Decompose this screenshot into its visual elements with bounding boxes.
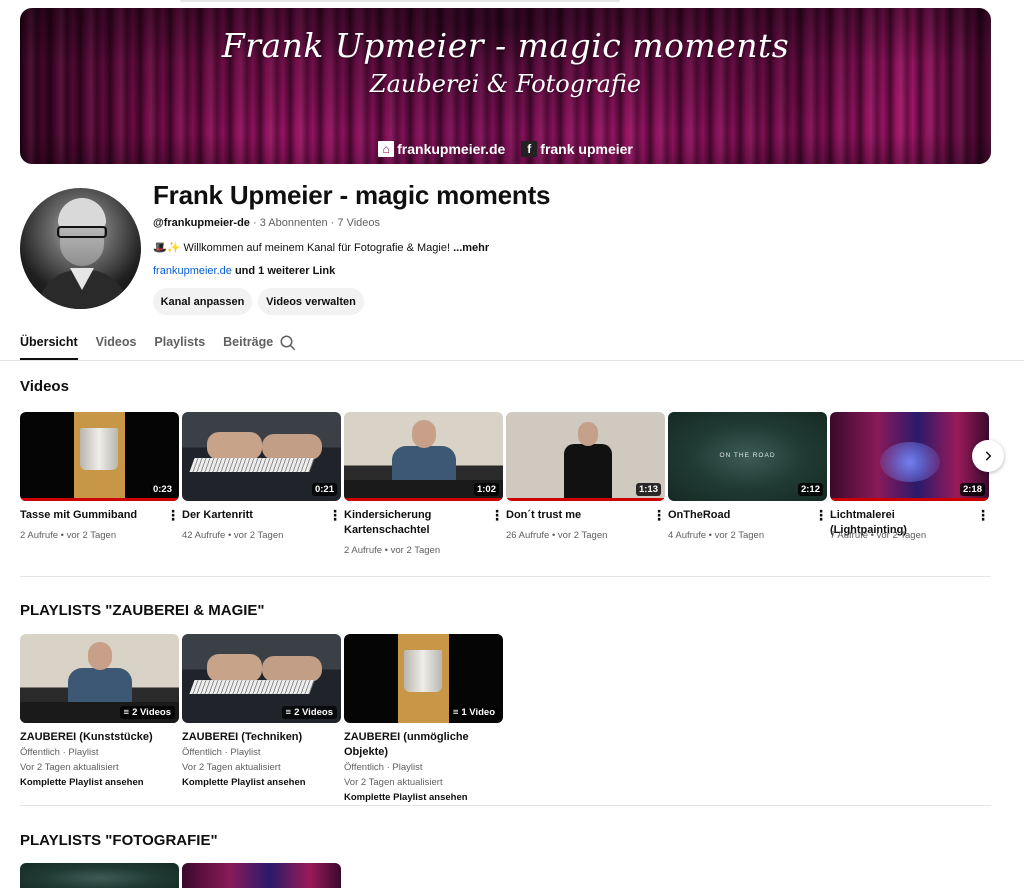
video-title[interactable]: Don´t trust me xyxy=(506,508,646,523)
description-text: Willkommen auf meinem Kanal für Fotograf… xyxy=(183,242,451,254)
playlist-updated: Vor 2 Tagen aktualisiert xyxy=(344,777,443,788)
video-thumbnail[interactable]: 1:13 xyxy=(506,412,665,501)
channel-tabs: Übersicht Videos Playlists Beiträge xyxy=(20,330,273,360)
next-arrow-button[interactable] xyxy=(972,440,1004,472)
banner-title: Frank Upmeier - magic moments xyxy=(221,26,790,65)
video-title[interactable]: Kindersicherung Kartenschachtel xyxy=(344,508,484,538)
channel-handle: @frankupmeier-de xyxy=(153,217,250,229)
home-icon: ⌂ xyxy=(378,141,395,157)
top-edge xyxy=(180,0,620,2)
playlist-visibility: Öffentlich · Playlist xyxy=(20,747,99,758)
channel-meta: @frankupmeier-de · 3 Abonnenten · 7 Vide… xyxy=(153,217,380,229)
video-meta: 26 Aufrufe • vor 2 Tagen xyxy=(506,530,608,541)
playlist-title[interactable]: ZAUBEREI (unmögliche Objekte) xyxy=(344,730,499,760)
channel-description[interactable]: 🎩✨ Willkommen auf meinem Kanal für Fotog… xyxy=(153,241,489,254)
manage-videos-button[interactable]: Videos verwalten xyxy=(258,288,364,315)
facebook-icon: f xyxy=(521,141,538,157)
playlist-icon: ≡ xyxy=(452,707,459,718)
watch-progress-bar xyxy=(20,498,179,501)
avatar[interactable] xyxy=(20,188,141,309)
more-options-icon[interactable]: ⋮ xyxy=(814,508,828,522)
playlist-thumbnail[interactable] xyxy=(182,863,341,888)
more-options-icon[interactable]: ⋮ xyxy=(976,508,990,522)
tab-playlists[interactable]: Playlists xyxy=(154,330,205,360)
watch-progress-bar xyxy=(830,498,989,501)
tab-videos[interactable]: Videos xyxy=(96,330,137,360)
playlist-thumbnail[interactable]: ≡ 1 Video xyxy=(344,634,503,723)
video-count: 7 Videos xyxy=(337,217,380,229)
description-more-link[interactable]: ...mehr xyxy=(453,242,489,254)
videos-section-title: Videos xyxy=(20,378,69,395)
playlist-thumbnail[interactable] xyxy=(20,863,179,888)
video-meta: 2 Aufrufe • vor 2 Tagen xyxy=(344,545,441,556)
playlists-photo-title: PLAYLISTS "FOTOGRAFIE" xyxy=(20,832,218,849)
subscriber-count: 3 Abonnenten xyxy=(259,217,328,229)
playlist-count-badge: ≡ 2 Videos xyxy=(119,706,175,719)
playlist-updated: Vor 2 Tagen aktualisiert xyxy=(182,762,281,773)
video-title[interactable]: Tasse mit Gummiband xyxy=(20,508,160,523)
watch-progress-bar xyxy=(344,498,503,501)
banner-subtitle: Zauberei & Fotografie xyxy=(369,70,642,98)
video-thumbnail[interactable]: 0:21 xyxy=(182,412,341,501)
video-thumbnail[interactable]: ON THE ROAD 2:12 xyxy=(668,412,827,501)
section-divider xyxy=(20,576,991,577)
video-meta: 4 Aufrufe • vor 2 Tagen xyxy=(668,530,765,541)
playlist-updated: Vor 2 Tagen aktualisiert xyxy=(20,762,119,773)
section-divider xyxy=(20,805,991,806)
video-duration: 1:02 xyxy=(473,483,499,496)
video-duration: 1:13 xyxy=(635,483,661,496)
playlist-thumbnail[interactable]: ≡ 2 Videos xyxy=(20,634,179,723)
video-duration: 0:23 xyxy=(149,483,175,496)
tab-posts[interactable]: Beiträge xyxy=(223,330,273,360)
more-options-icon[interactable]: ⋮ xyxy=(490,508,504,522)
more-options-icon[interactable]: ⋮ xyxy=(166,508,180,522)
playlist-thumbnail[interactable]: ≡ 2 Videos xyxy=(182,634,341,723)
more-options-icon[interactable]: ⋮ xyxy=(328,508,342,522)
video-duration: 2:18 xyxy=(959,483,985,496)
banner-link-website[interactable]: ⌂ frankupmeier.de xyxy=(378,141,505,157)
banner-links: ⌂ frankupmeier.de f frank upmeier xyxy=(20,141,991,157)
tab-overview[interactable]: Übersicht xyxy=(20,330,78,360)
video-title[interactable]: OnTheRoad xyxy=(668,508,808,523)
banner-link-label: frank upmeier xyxy=(540,141,633,157)
thumbnail-text: ON THE ROAD xyxy=(719,452,776,459)
customize-channel-button[interactable]: Kanal anpassen xyxy=(153,288,252,315)
playlist-visibility: Öffentlich · Playlist xyxy=(182,747,261,758)
channel-links[interactable]: frankupmeier.de und 1 weiterer Link xyxy=(153,265,335,277)
banner-link-facebook[interactable]: f frank upmeier xyxy=(521,141,633,157)
search-icon[interactable] xyxy=(279,334,297,352)
playlist-count-badge: ≡ 1 Video xyxy=(448,706,499,719)
tabs-divider xyxy=(0,360,1024,361)
banner-link-label: frankupmeier.de xyxy=(397,141,506,157)
video-meta: 7 Aufrufe • vor 2 Tagen xyxy=(830,530,927,541)
view-full-playlist-link[interactable]: Komplette Playlist ansehen xyxy=(344,792,468,803)
chevron-right-icon xyxy=(985,451,992,461)
video-title[interactable]: Der Kartenritt xyxy=(182,508,322,523)
channel-banner: Frank Upmeier - magic moments Zauberei &… xyxy=(20,8,991,164)
description-emoji: 🎩✨ xyxy=(153,242,181,254)
video-duration: 2:12 xyxy=(797,483,823,496)
playlist-icon: ≡ xyxy=(285,707,292,718)
view-full-playlist-link[interactable]: Komplette Playlist ansehen xyxy=(182,777,306,788)
playlist-count-badge: ≡ 2 Videos xyxy=(281,706,337,719)
video-thumbnail[interactable]: 0:23 xyxy=(20,412,179,501)
playlist-icon: ≡ xyxy=(123,707,130,718)
playlist-title[interactable]: ZAUBEREI (Kunststücke) xyxy=(20,730,175,745)
video-duration: 0:21 xyxy=(311,483,337,496)
video-meta: 2 Aufrufe • vor 2 Tagen xyxy=(20,530,117,541)
video-meta: 42 Aufrufe • vor 2 Tagen xyxy=(182,530,284,541)
playlist-visibility: Öffentlich · Playlist xyxy=(344,762,423,773)
channel-link-more[interactable]: und 1 weiterer Link xyxy=(235,265,335,277)
video-thumbnail[interactable]: 1:02 xyxy=(344,412,503,501)
video-thumbnail[interactable]: 2:18 xyxy=(830,412,989,501)
watch-progress-bar xyxy=(506,498,665,501)
playlists-magic-title: PLAYLISTS "ZAUBEREI & MAGIE" xyxy=(20,602,265,619)
channel-link-primary[interactable]: frankupmeier.de xyxy=(153,265,232,277)
more-options-icon[interactable]: ⋮ xyxy=(652,508,666,522)
playlist-title[interactable]: ZAUBEREI (Techniken) xyxy=(182,730,337,745)
view-full-playlist-link[interactable]: Komplette Playlist ansehen xyxy=(20,777,144,788)
channel-name: Frank Upmeier - magic moments xyxy=(153,180,551,210)
